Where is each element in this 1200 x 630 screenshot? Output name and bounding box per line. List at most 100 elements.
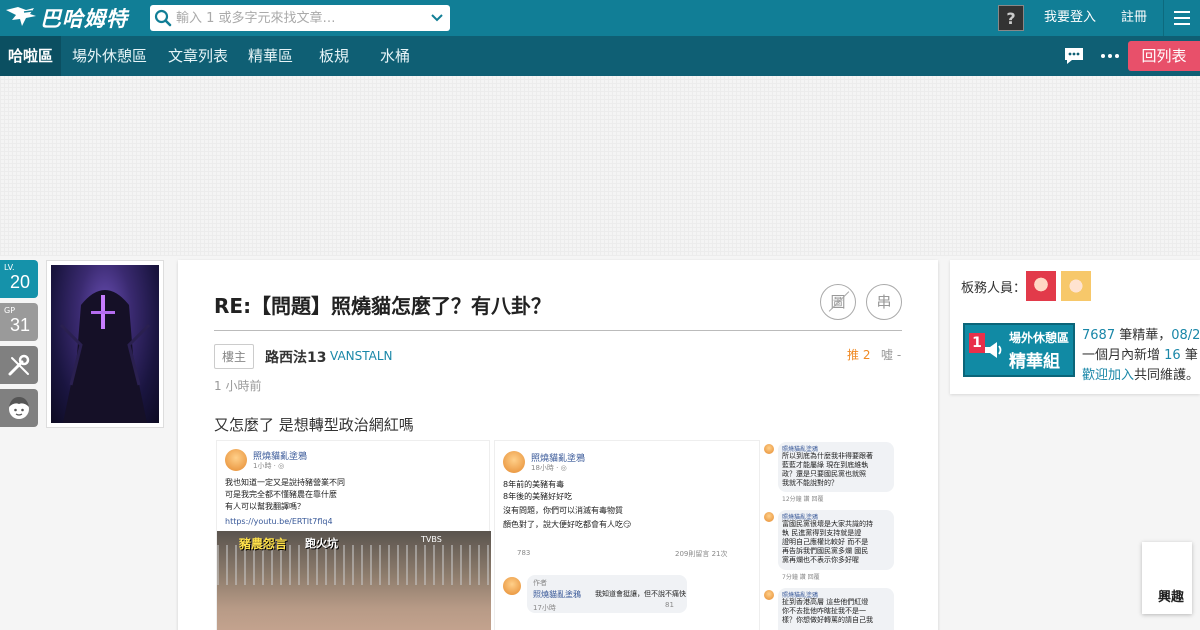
fb-comment-line: 樣？你想做好轉罵的請自己我 <box>782 616 873 624</box>
post-time: 1 小時前 <box>214 379 262 393</box>
elite-count[interactable]: 7687 <box>1082 328 1115 343</box>
elite-count-text: 筆精華， <box>1119 328 1172 343</box>
elite-team-banner[interactable]: 1 場外休憩區 精華組 <box>963 323 1075 377</box>
fb-avatar <box>225 449 247 471</box>
moderator-avatar[interactable] <box>1026 271 1056 301</box>
fb-reply-text: 我知道會挺讓，但不說不痛快 <box>595 590 686 598</box>
fb-text-line: 沒有問題，你們可以消滅有毒物質 <box>503 506 623 515</box>
fb-avatar <box>503 451 525 473</box>
board-nav: 哈啦區 場外休憩區 文章列表 精華區 板規 水桶 回列表 <box>0 36 1200 76</box>
tab-elite[interactable]: 精華區 <box>240 36 301 76</box>
fb-comment-line: 我就不能說對的？ <box>782 479 838 487</box>
mods-label: 板務人員： <box>961 281 1027 296</box>
fb-reply-avatar <box>503 577 521 595</box>
tv-logo: TVBS <box>421 535 442 544</box>
elite-count-line: 7687 筆精華，08/25 <box>1082 324 1200 343</box>
join-link[interactable]: 歡迎加入 <box>1082 368 1134 383</box>
fb-post-panel-1: 照燒貓亂塗鴉 1小時 · ◎ 我也知道一定又是說持豬營業不同 可是我完全都不懂豬… <box>216 440 491 630</box>
search-icon[interactable] <box>150 5 176 31</box>
fb-comment-avatar <box>764 590 774 600</box>
chat-bubble-icon[interactable] <box>1062 44 1086 68</box>
post-title[interactable]: RE:【問題】照燒貓怎麼了？有八卦？ <box>214 290 551 319</box>
thread-button[interactable]: 串 <box>866 284 902 320</box>
gp-badge: GP 31 <box>0 303 38 341</box>
floor-tag: 樓主 <box>214 344 255 369</box>
fb-text-line: 我也知道一定又是說持豬營業不同 <box>225 478 345 487</box>
moderator-avatar[interactable] <box>1061 271 1091 301</box>
fb-reply-likes: 81 <box>665 601 674 609</box>
gp-value: 31 <box>10 315 31 335</box>
site-logo[interactable]: 巴哈姆特 <box>4 2 128 34</box>
search-input[interactable] <box>176 6 424 30</box>
gp-label: GP <box>4 306 16 315</box>
fb-meta: 18小時 · ◎ <box>531 464 567 472</box>
post-screenshot-image[interactable]: 照燒貓亂塗鴉 1小時 · ◎ 我也知道一定又是說持豬營業不同 可是我完全都不懂豬… <box>216 440 894 630</box>
elite-new-suffix: 筆 <box>1184 348 1198 363</box>
fb-meta: 1小時 · ◎ <box>253 462 285 470</box>
fb-comment-line: 黨再爛也不表示你多好喔 <box>782 556 859 564</box>
character-button[interactable] <box>0 389 38 427</box>
image-mode-button[interactable]: 圖 <box>820 284 856 320</box>
character-face-icon <box>9 397 29 419</box>
user-avatar[interactable]: ? <box>998 5 1024 31</box>
wrench-screwdriver-icon <box>8 354 30 376</box>
top-bar: 巴哈姆特 ? 我要登入 註冊 <box>0 0 1200 36</box>
tab-article-list[interactable]: 文章列表 <box>160 36 236 76</box>
tab-hala[interactable]: 哈啦區 <box>0 36 62 76</box>
fb-comment-line: 富國民黨很壞是大家共識的持 <box>782 520 873 528</box>
author-avatar-image <box>51 265 159 423</box>
fb-reply-author: 作者 <box>533 579 547 587</box>
fb-comment-meta: 7分鐘 讚 回覆 <box>782 574 820 581</box>
fb-comment-line: 所以到底為什麼我非得要跟著 <box>782 452 873 460</box>
elite-new-count: 16 <box>1164 348 1181 363</box>
title-divider <box>214 330 902 331</box>
fb-comment-line: 藍藍才能屬綠 現在到底維執 <box>782 461 869 469</box>
fb-comments-panel: 照燒貓亂塗鴉 所以到底為什麼我非得要跟著 藍藍才能屬綠 現在到底維執 政？還是只… <box>764 440 894 630</box>
hamburger-menu-icon[interactable] <box>1164 0 1200 36</box>
fb-reaction-count: 783 <box>517 549 531 557</box>
back-to-list-button[interactable]: 回列表 <box>1128 41 1200 71</box>
fb-post-panel-2: 照燒貓亂塗鴉 18小時 · ◎ 8年前的美豬有毒 8年後的美豬好好吃 沒有問題，… <box>494 440 760 630</box>
author-name[interactable]: 路西法13 <box>265 347 326 367</box>
overlay-caption: 豬農怨言 <box>239 537 288 551</box>
interest-button[interactable]: 興趣 <box>1142 542 1192 614</box>
interest-label: 興趣 <box>1158 590 1185 605</box>
tab-bucket[interactable]: 水桶 <box>372 36 418 76</box>
elite-banner-line2: 精華組 <box>1009 352 1060 372</box>
fb-link: https://youtu.be/ERTIt7flq4 <box>225 517 333 526</box>
chevron-down-icon[interactable] <box>424 5 450 31</box>
fb-comment-avatar <box>764 512 774 522</box>
fb-text-line: 8年前的美豬有毒 <box>503 480 565 489</box>
elite-banner-line1: 場外休憩區 <box>1009 331 1070 345</box>
fb-comment-line: 證明自己應權比較好 而不是 <box>782 538 869 546</box>
pig-farm-photo: 豬農怨言 跑火坑 TVBS <box>217 531 491 630</box>
overlay-caption-2: 跑火坑 <box>305 537 338 550</box>
fb-reply-name: 照燒貓亂塗鴉 <box>533 590 581 599</box>
level-label: LV. <box>4 263 15 272</box>
elite-join-line: 歡迎加入共同維護。 <box>1082 364 1199 383</box>
ad-banner-area <box>0 76 1200 256</box>
push-count[interactable]: 推 2 <box>847 346 870 363</box>
tab-board-name[interactable]: 場外休憩區 <box>64 36 155 76</box>
board-info-sidebar: 板務人員： 1 場外休憩區 精華組 7687 筆精華，08/25 一個月內新增 … <box>950 260 1200 394</box>
fb-comment-line: 你不去批他咋瞎扯我不是一 <box>782 607 866 615</box>
post-card: RE:【問題】照燒貓怎麼了？有八卦？ 圖 串 樓主 路西法13 VANSTALN… <box>178 260 938 630</box>
more-dots-icon[interactable] <box>1098 44 1122 68</box>
dragon-logo-icon <box>6 7 36 26</box>
megaphone-icon <box>985 342 1002 358</box>
login-link[interactable]: 我要登入 <box>1044 0 1096 36</box>
elite-date: 08/25 <box>1171 328 1200 343</box>
fb-comment-line: 再告訴我們國民黨多爛 國民 <box>782 547 869 555</box>
author-id[interactable]: VANSTALN <box>330 349 393 363</box>
boo-count[interactable]: 噓 - <box>881 346 901 363</box>
fb-text-line: 顏色對了，說大便好吃都會有人吃😏 <box>503 520 632 529</box>
tools-button[interactable] <box>0 346 38 384</box>
author-avatar[interactable] <box>46 260 164 428</box>
fb-comment-line: 政？還是只要國民黨也就照 <box>782 470 866 478</box>
fb-text-line: 可是我完全都不懂豬農在靠什麼 <box>225 490 337 499</box>
register-link[interactable]: 註冊 <box>1121 0 1147 36</box>
fb-stats: 209則留言 21次 <box>675 550 728 558</box>
tab-rules[interactable]: 板規 <box>311 36 357 76</box>
fb-comment-line: 扯到香港高層 這些他們紅燈 <box>782 598 869 606</box>
elite-new-line: 一個月內新增 16 筆 <box>1082 344 1198 363</box>
